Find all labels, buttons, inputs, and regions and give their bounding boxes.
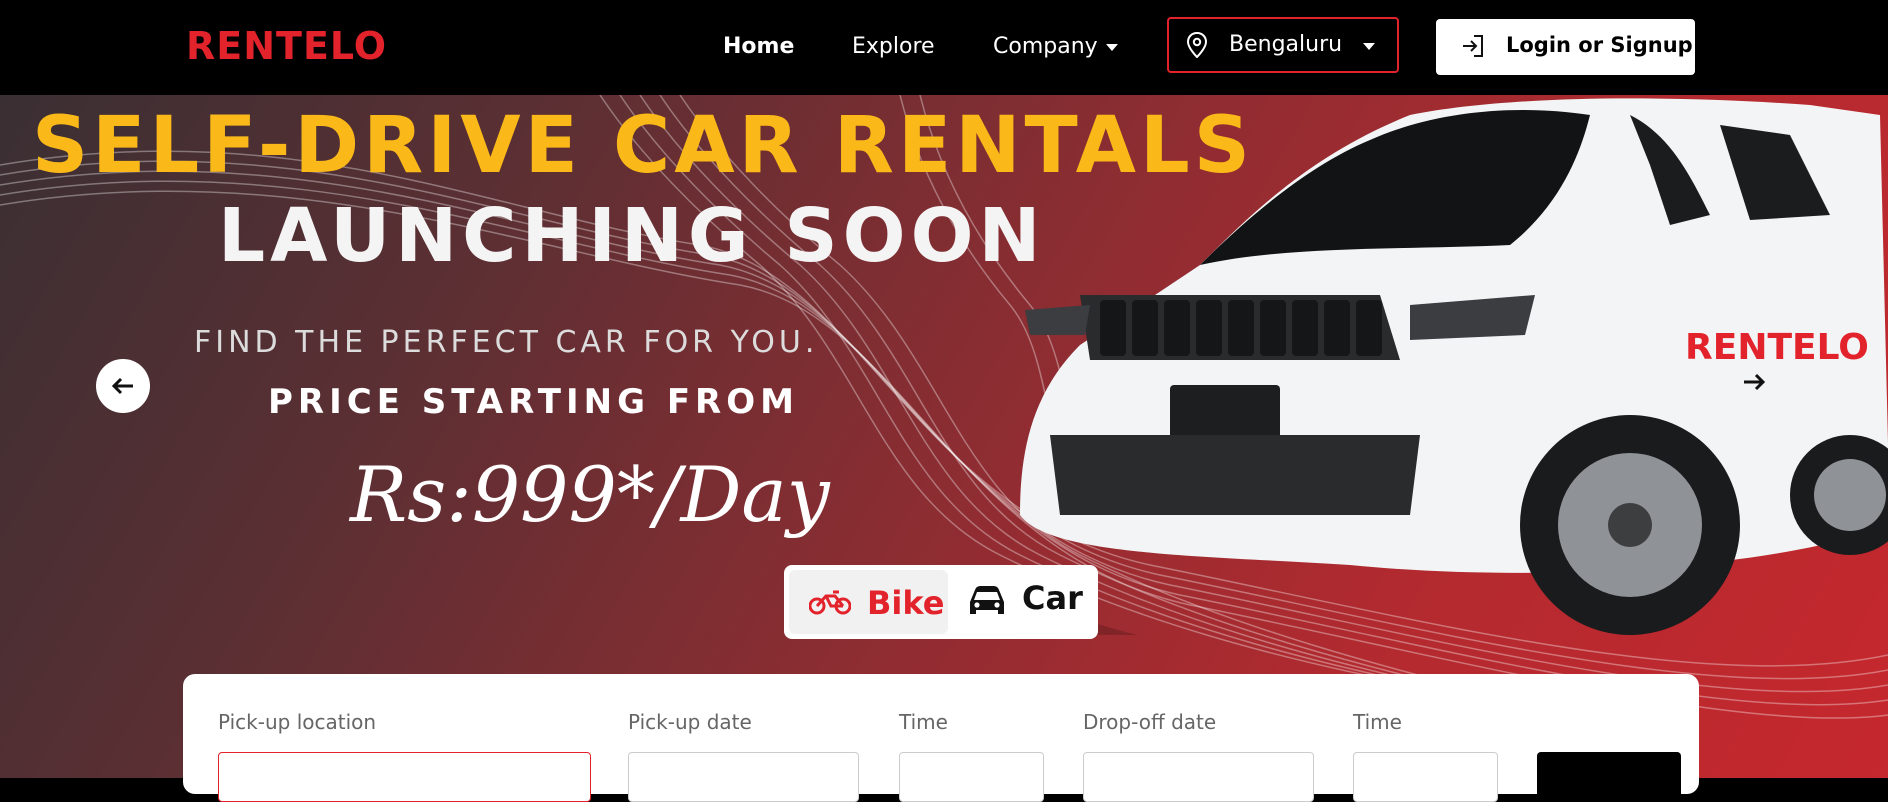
- carousel-prev-button[interactable]: [96, 359, 150, 413]
- car-icon: [968, 584, 1006, 623]
- pickup-location-label: Pick-up location: [218, 710, 377, 734]
- hero-subheadline: LAUNCHING SOON: [218, 193, 1046, 279]
- dropoff-time-label: Time: [1353, 710, 1402, 734]
- login-signup-button[interactable]: Login or Signup: [1436, 19, 1695, 75]
- city-name: Bengaluru: [1229, 32, 1343, 57]
- top-navbar: RENTELO Home Explore Company Bengaluru L…: [0, 0, 1888, 95]
- login-label: Login or Signup: [1506, 33, 1693, 57]
- nav-company[interactable]: Company: [993, 34, 1118, 59]
- logo[interactable]: RENTELO: [186, 24, 387, 68]
- dropoff-time-input[interactable]: [1353, 752, 1498, 802]
- search-form: Pick-up location Pick-up date Time Drop-…: [183, 674, 1699, 802]
- arrow-right-icon: [1744, 373, 1766, 391]
- pickup-location-input[interactable]: [218, 752, 591, 802]
- car-brand-text: RENTELO: [1685, 327, 1869, 368]
- vehicle-toggle: Bike Car: [784, 565, 1098, 639]
- bike-label: Bike: [867, 584, 945, 622]
- pickup-time-label: Time: [899, 710, 948, 734]
- dropoff-date-label: Drop-off date: [1083, 710, 1217, 734]
- pickup-time-input[interactable]: [899, 752, 1044, 802]
- city-selector[interactable]: Bengaluru: [1167, 17, 1399, 73]
- hero-tagline: FIND THE PERFECT CAR FOR YOU.: [194, 325, 819, 360]
- arrow-left-icon: [111, 377, 133, 395]
- dropoff-date-input[interactable]: [1083, 752, 1314, 802]
- login-icon: [1460, 33, 1486, 64]
- chevron-down-icon: [1105, 43, 1118, 51]
- nav-home[interactable]: Home: [723, 34, 794, 59]
- bike-tab[interactable]: Bike: [789, 570, 948, 634]
- nav-explore[interactable]: Explore: [852, 34, 935, 59]
- search-button[interactable]: [1537, 752, 1681, 802]
- chevron-down-icon: [1363, 43, 1375, 50]
- pickup-date-label: Pick-up date: [628, 710, 752, 734]
- car-image: RENTELO: [1020, 98, 1888, 635]
- motorcycle-icon: [808, 588, 852, 621]
- hero-price: Rs:999*/Day: [350, 450, 830, 539]
- car-label: Car: [1022, 579, 1083, 617]
- pickup-date-input[interactable]: [628, 752, 859, 802]
- hero-price-label: PRICE STARTING FROM: [268, 382, 799, 422]
- nav-company-label: Company: [993, 34, 1098, 59]
- carousel-next-button[interactable]: [1742, 372, 1766, 397]
- map-pin-icon: [1186, 31, 1208, 64]
